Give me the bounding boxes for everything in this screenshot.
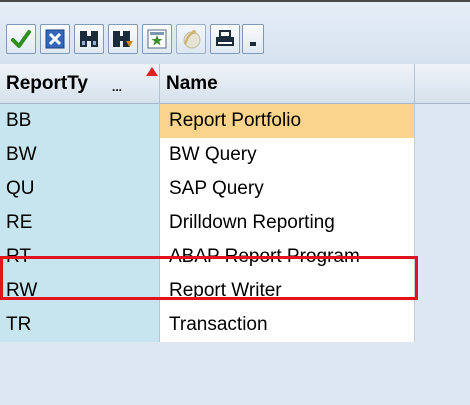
- table-row[interactable]: RW Report Writer: [0, 274, 470, 308]
- column-header-label: ReportTy: [6, 73, 88, 94]
- report-type-cell: BB: [0, 104, 160, 138]
- checkmark-icon: [11, 30, 31, 48]
- find-next-icon: [113, 31, 133, 47]
- filter-icon: [147, 29, 167, 49]
- column-header-label: Name: [166, 73, 218, 94]
- cancel-icon: [45, 29, 65, 49]
- help-button[interactable]: [176, 24, 206, 54]
- table-row[interactable]: RE Drilldown Reporting: [0, 206, 470, 240]
- report-type-cell: TR: [0, 308, 160, 342]
- print-icon: [216, 30, 234, 46]
- grid-footer: [0, 395, 470, 405]
- name-cell: Report Portfolio: [160, 104, 415, 138]
- filter-button[interactable]: [142, 24, 172, 54]
- report-type-cell: RT: [0, 240, 160, 274]
- help-icon: [183, 30, 201, 49]
- report-type-cell: RW: [0, 274, 160, 308]
- report-type-cell: QU: [0, 172, 160, 206]
- column-header-report-type[interactable]: ReportTy ...: [0, 64, 160, 104]
- name-cell: ABAP Report Program: [160, 240, 415, 274]
- table-row[interactable]: QU SAP Query: [0, 172, 470, 206]
- name-cell: Transaction: [160, 308, 415, 342]
- column-header-name[interactable]: Name: [160, 64, 415, 104]
- result-table: ReportTy ... Name BB Report Portfolio BW…: [0, 64, 470, 395]
- table-row[interactable]: RT ABAP Report Program: [0, 240, 470, 274]
- toolbar: [0, 2, 470, 64]
- find-next-button[interactable]: [108, 24, 138, 54]
- name-cell: Drilldown Reporting: [160, 206, 415, 240]
- name-cell: SAP Query: [160, 172, 415, 206]
- cancel-button[interactable]: [40, 24, 70, 54]
- print-options-dropdown[interactable]: [242, 24, 264, 54]
- column-truncation-ellipsis: ...: [112, 80, 123, 94]
- sort-ascending-icon: [146, 67, 158, 76]
- table-row[interactable]: BB Report Portfolio: [0, 104, 470, 138]
- find-button[interactable]: [74, 24, 104, 54]
- print-button[interactable]: [210, 24, 240, 54]
- report-type-cell: RE: [0, 206, 160, 240]
- confirm-button[interactable]: [6, 24, 36, 54]
- table-row[interactable]: BW BW Query: [0, 138, 470, 172]
- name-cell: BW Query: [160, 138, 415, 172]
- table-row[interactable]: TR Transaction: [0, 308, 470, 342]
- report-type-cell: BW: [0, 138, 160, 172]
- find-icon: [80, 31, 98, 47]
- name-cell: Report Writer: [160, 274, 415, 308]
- table-header: ReportTy ... Name: [0, 64, 470, 104]
